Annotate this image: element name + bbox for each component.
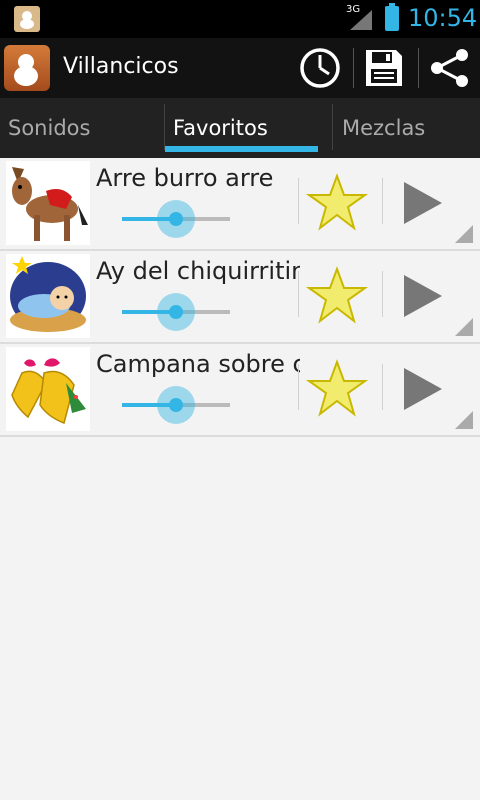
battery-charging-icon — [385, 3, 399, 31]
tab-divider — [164, 104, 165, 150]
column-divider — [382, 178, 383, 224]
share-button[interactable] — [428, 46, 472, 90]
donkey-icon — [6, 161, 90, 245]
status-bar: 3G 10:54 — [0, 0, 480, 38]
volume-slider-thumb[interactable] — [157, 200, 195, 238]
share-icon — [431, 49, 468, 87]
volume-slider[interactable] — [122, 200, 230, 238]
app-title: Villancicos — [63, 54, 179, 79]
list-item[interactable]: Ay del chiquirritin — [0, 251, 480, 344]
volume-slider[interactable] — [122, 293, 230, 331]
star-icon — [305, 173, 369, 231]
corner-indicator-icon — [455, 318, 473, 336]
save-icon — [366, 50, 402, 86]
item-title: Campana sobre campana — [96, 350, 300, 378]
app-logo-icon[interactable] — [4, 45, 50, 91]
column-divider — [298, 364, 299, 410]
star-icon — [305, 359, 369, 417]
list-item[interactable]: Campana sobre campana — [0, 344, 480, 437]
corner-indicator-icon — [455, 411, 473, 429]
star-icon — [305, 266, 369, 324]
play-icon — [404, 182, 442, 224]
action-bar: Villancicos — [0, 38, 480, 98]
play-icon — [404, 368, 442, 410]
play-button[interactable] — [390, 265, 456, 327]
play-button[interactable] — [390, 172, 456, 234]
volume-slider-thumb[interactable] — [157, 386, 195, 424]
nativity-icon — [6, 254, 90, 338]
item-title: Ay del chiquirritin — [96, 257, 300, 285]
notification-snowman-icon — [14, 6, 40, 32]
column-divider — [382, 364, 383, 410]
action-divider — [418, 48, 419, 88]
favorite-button[interactable] — [304, 172, 370, 234]
history-icon — [300, 48, 340, 88]
volume-slider[interactable] — [122, 386, 230, 424]
corner-indicator-icon — [455, 225, 473, 243]
column-divider — [298, 271, 299, 317]
column-divider — [298, 178, 299, 224]
save-button[interactable] — [362, 46, 406, 90]
history-button[interactable] — [298, 46, 342, 90]
volume-slider-thumb[interactable] — [157, 293, 195, 331]
tab-sonidos[interactable]: Sonidos — [8, 98, 90, 158]
clock: 10:54 — [408, 4, 478, 32]
tab-indicator — [165, 146, 318, 152]
action-divider — [353, 48, 354, 88]
play-button[interactable] — [390, 358, 456, 420]
list-item[interactable]: Arre burro arre — [0, 158, 480, 251]
bells-icon — [6, 347, 90, 431]
tab-divider — [332, 104, 333, 150]
tab-mezclas[interactable]: Mezclas — [342, 98, 425, 158]
signal-icon — [350, 10, 372, 30]
favorite-button[interactable] — [304, 358, 370, 420]
column-divider — [382, 271, 383, 317]
favorite-button[interactable] — [304, 265, 370, 327]
play-icon — [404, 275, 442, 317]
item-title: Arre burro arre — [96, 164, 274, 192]
